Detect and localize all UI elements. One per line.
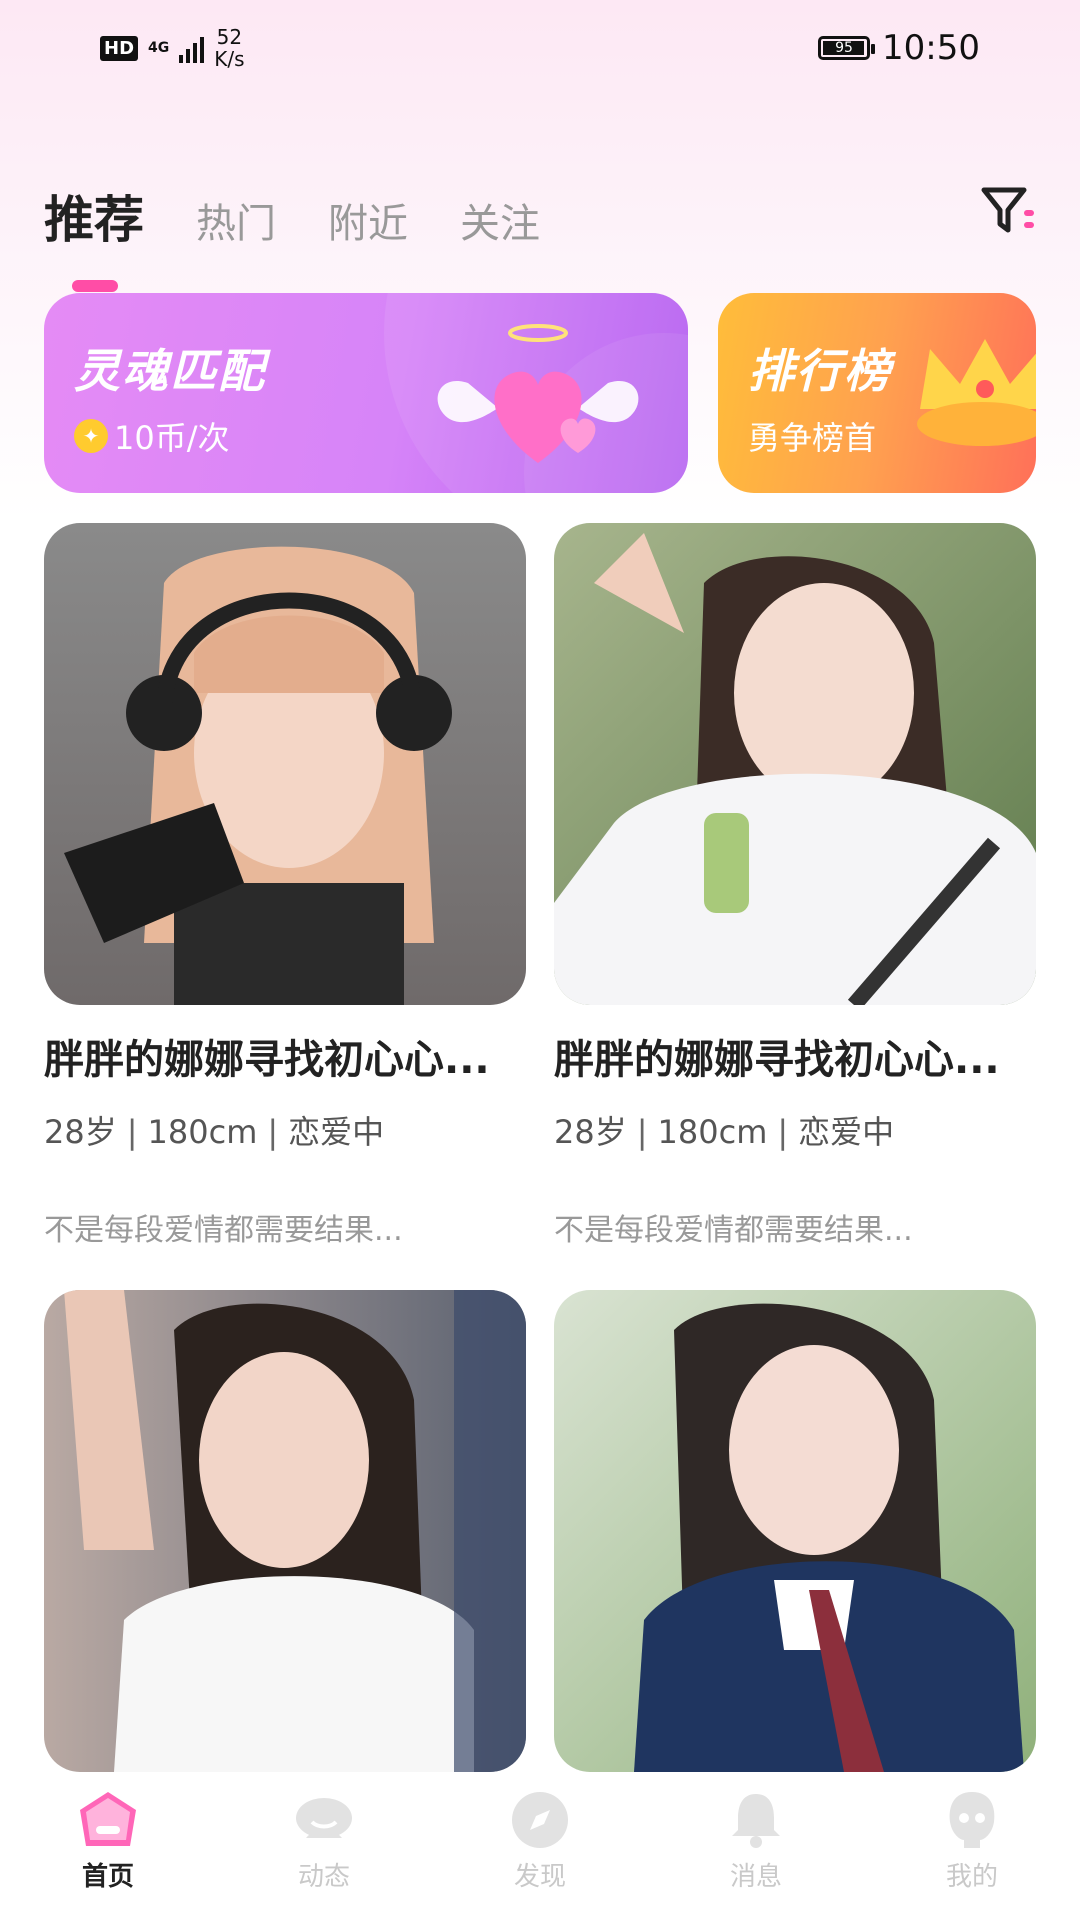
soul-match-banner[interactable]: 灵魂匹配 ✦ 10币/次 [44,293,688,493]
tab-recommend[interactable]: 推荐 [44,180,144,292]
status-right: 95 10:50 [818,28,980,68]
profile-bio: 不是每段爱情都需要结果... [44,1213,403,1248]
filter-icon[interactable] [978,180,1038,240]
nav-home[interactable]: 首页 [0,1780,216,1920]
ranking-subtitle: 勇争榜首 [748,419,877,457]
nav-profile[interactable]: 我的 [864,1780,1080,1920]
profile-card[interactable]: 胖胖的娜娜寻找初心心... 28岁 | 180cm | 恋爱中 不是每段爱情都需要结果.… [44,523,526,1249]
tab-following-label: 关注 [460,201,540,247]
profile-photo [44,1290,526,1772]
profile-card[interactable] [44,1290,526,1794]
moments-icon [296,1798,352,1838]
discover-compass-icon [512,1792,568,1848]
status-time: 10:50 [882,28,980,68]
tab-following[interactable]: 关注 [460,191,540,249]
network-speed: 52 K/s [214,26,244,70]
soul-match-price: ✦ 10币/次 [74,413,230,459]
nav-profile-label: 我的 [945,1862,998,1892]
coin-icon: ✦ [74,419,108,453]
nav-home-label: 首页 [81,1862,134,1892]
hd-indicator: HD [100,35,139,61]
profile-age: 28岁 [44,1113,117,1151]
ranking-title: 排行榜 [748,344,892,398]
profile-card[interactable] [554,1290,1036,1794]
profile-meta: 28岁 | 180cm | 恋爱中 [554,1113,895,1151]
top-tabs: 推荐 热门 附近 关注 [44,180,592,292]
profile-photo [554,523,1036,1005]
profile-name: 胖胖的娜娜寻找初心心... [554,1037,1000,1083]
bottom-nav: 首页 动态 发现 消息 我的 [0,1780,1080,1920]
network-type: 4G [148,40,170,56]
crown-icon [917,339,1036,446]
active-tab-indicator [72,280,118,292]
profile-height: 180cm [147,1113,258,1151]
status-bar: HD 4G 52 K/s 95 10:50 [0,0,1080,100]
winged-heart-icon [437,324,639,463]
nav-moments[interactable]: 动态 [216,1780,432,1920]
message-bell-icon [732,1794,780,1848]
tab-hot-label: 热门 [196,201,276,247]
tab-nearby-label: 附近 [328,201,408,247]
soul-match-title: 灵魂匹配 [74,344,266,398]
home-icon [80,1792,136,1846]
profile-meta: 28岁 | 180cm | 恋爱中 [44,1113,385,1151]
profile-status: 恋爱中 [288,1113,385,1151]
nav-discover[interactable]: 发现 [432,1780,648,1920]
soul-match-price-label: 10币/次 [114,419,230,457]
profile-photo [44,523,526,1005]
nav-moments-label: 动态 [297,1862,350,1892]
tab-nearby[interactable]: 附近 [328,191,408,249]
profile-height: 180cm [657,1113,768,1151]
tab-recommend-label: 推荐 [44,191,144,249]
profile-photo [554,1290,1036,1772]
profile-card[interactable]: 胖胖的娜娜寻找初心心... 28岁 | 180cm | 恋爱中 不是每段爱情都需要结果.… [554,523,1036,1249]
ranking-banner[interactable]: 排行榜 勇争榜首 [718,293,1036,493]
nav-discover-label: 发现 [513,1862,566,1892]
nav-messages[interactable]: 消息 [648,1780,864,1920]
status-left: HD 4G 52 K/s [100,26,245,70]
network-speed-value: 52 [216,25,243,49]
signal-icon [179,33,205,63]
profile-status: 恋爱中 [798,1113,895,1151]
network-speed-unit: K/s [214,47,245,71]
profile-icon [949,1792,995,1848]
battery-icon: 95 [818,36,876,60]
nav-messages-label: 消息 [729,1862,782,1892]
tab-hot[interactable]: 热门 [196,191,276,249]
profile-name: 胖胖的娜娜寻找初心心... [44,1037,490,1083]
profile-age: 28岁 [554,1113,627,1151]
profile-bio: 不是每段爱情都需要结果... [554,1213,913,1248]
battery-level: 95 [835,40,853,56]
